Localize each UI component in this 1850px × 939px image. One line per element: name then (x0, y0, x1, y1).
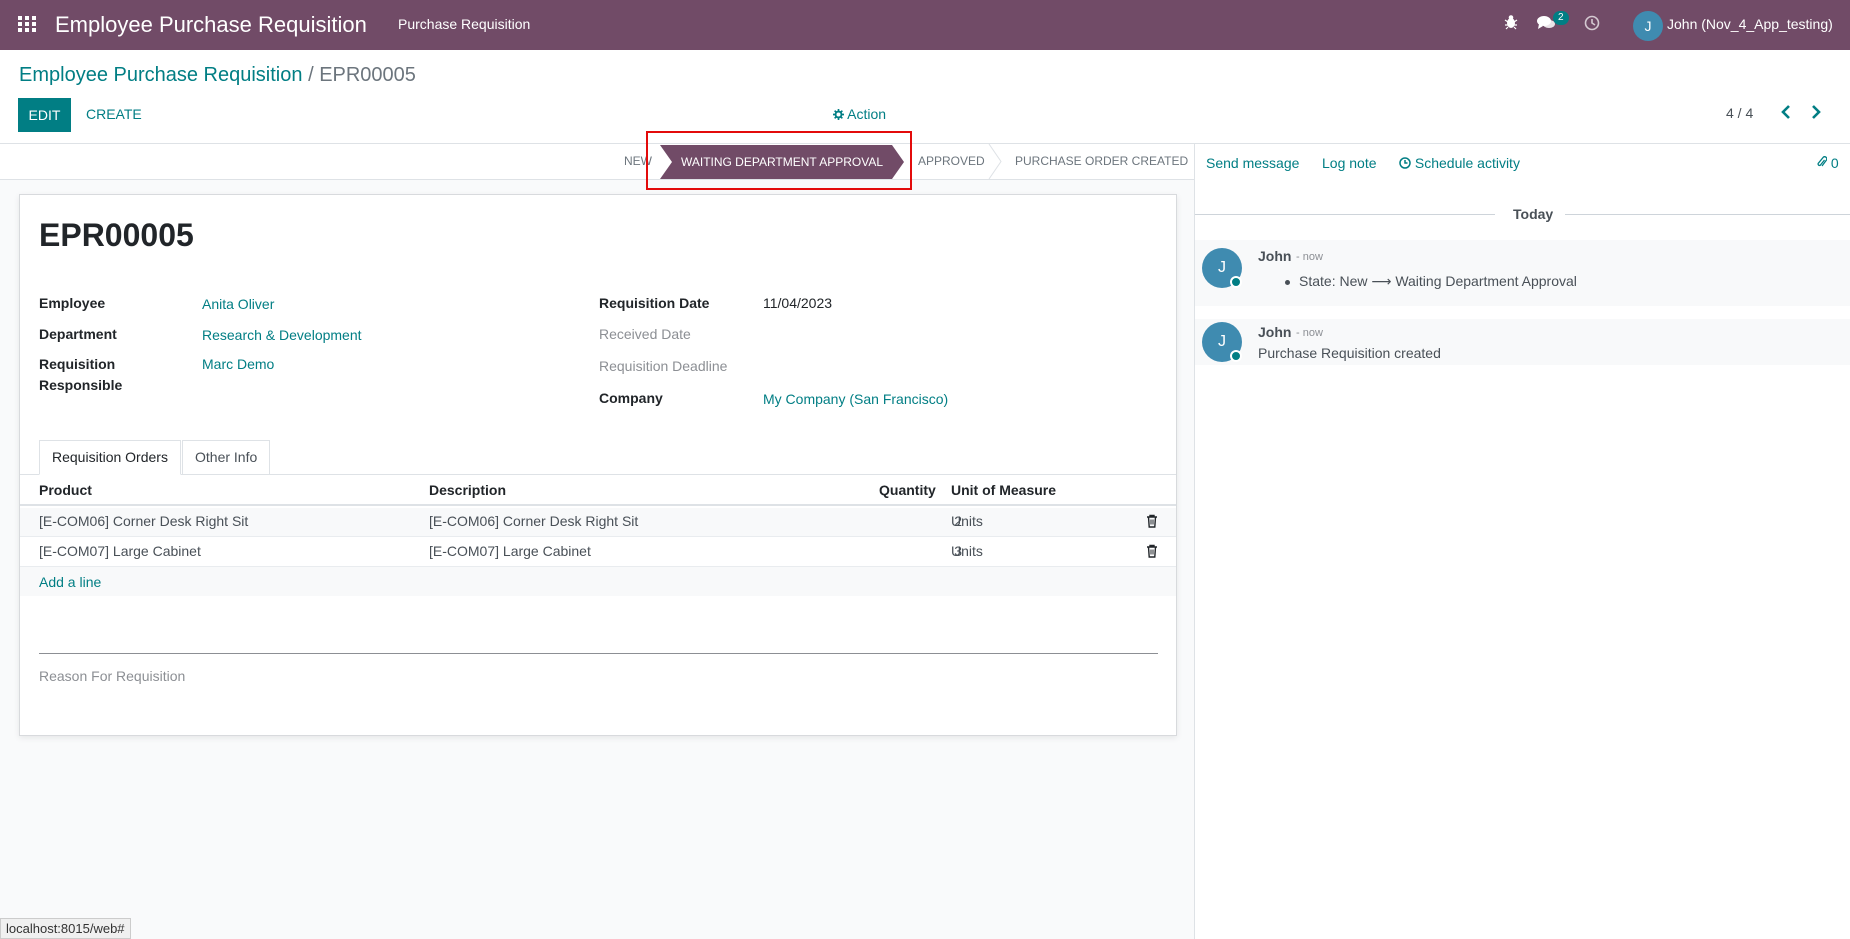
breadcrumb: Employee Purchase Requisition / EPR00005 (19, 64, 416, 87)
row-description[interactable]: [E-COM07] Large Cabinet (429, 543, 591, 559)
message-author[interactable]: John (1258, 324, 1291, 340)
gear-icon (833, 109, 844, 120)
trash-icon[interactable] (1146, 514, 1158, 528)
row-product[interactable]: [E-COM07] Large Cabinet (39, 543, 201, 559)
chatter-panel: Send message Log note Schedule activity … (1194, 144, 1850, 939)
online-status-dot (1230, 350, 1242, 362)
column-unit-of-measure[interactable]: Unit of Measure (951, 482, 1056, 498)
browser-status-url: localhost:8015/web# (0, 918, 131, 939)
record-reference: EPR00005 (39, 217, 194, 253)
message-author[interactable]: John (1258, 248, 1291, 264)
company-value[interactable]: My Company (San Francisco) (763, 389, 948, 410)
date-separator-line (1565, 214, 1850, 215)
tab-other-info[interactable]: Other Info (182, 440, 271, 475)
user-menu[interactable]: John (Nov_4_App_testing) (1667, 16, 1833, 32)
tracking-text: State: New ⟶ Waiting Department Approval (1299, 273, 1577, 289)
chatter-message: J John - now State: New ⟶ Waiting Depart… (1195, 240, 1850, 306)
requisition-deadline-label: Requisition Deadline (599, 358, 728, 374)
clock-icon (1399, 157, 1411, 169)
requisition-responsible-label: Requisition Responsible (39, 356, 123, 393)
table-row[interactable]: [E-COM06] Corner Desk Right Sit [E-COM06… (20, 508, 1176, 537)
breadcrumb-separator: / (308, 64, 314, 86)
edit-button[interactable]: EDIT (18, 98, 71, 132)
row-uom[interactable]: Units (951, 513, 983, 529)
column-product[interactable]: Product (39, 482, 92, 498)
schedule-activity-button[interactable]: Schedule activity (1399, 155, 1520, 171)
stage-new[interactable]: NEW (624, 144, 652, 179)
tab-requisition-orders[interactable]: Requisition Orders (39, 440, 181, 475)
requisition-date-value[interactable]: 11/04/2023 (763, 293, 832, 314)
table-row[interactable]: [E-COM07] Large Cabinet [E-COM07] Large … (20, 538, 1176, 567)
stage-waiting-department-approval[interactable]: WAITING DEPARTMENT APPROVAL (660, 145, 904, 179)
company-label: Company (599, 390, 663, 406)
messages-count-badge: 2 (1553, 11, 1569, 25)
top-navbar: Employee Purchase Requisition Purchase R… (0, 0, 1850, 50)
department-label: Department (39, 326, 117, 342)
action-label: Action (847, 106, 887, 122)
tab-divider (20, 474, 1176, 475)
chatter-message: J John - now Purchase Requisition create… (1195, 319, 1850, 365)
trash-icon[interactable] (1146, 544, 1158, 558)
employee-label: Employee (39, 295, 106, 311)
menu-purchase-requisition[interactable]: Purchase Requisition (398, 16, 530, 32)
statusbar: NEW WAITING DEPARTMENT APPROVAL APPROVED… (0, 144, 1194, 180)
row-product[interactable]: [E-COM06] Corner Desk Right Sit (39, 513, 248, 529)
column-description[interactable]: Description (429, 482, 506, 498)
message-time: - now (1296, 251, 1323, 263)
add-line-link[interactable]: Add a line (39, 574, 101, 590)
stage-approved[interactable]: APPROVED (918, 144, 985, 179)
reason-field-underline (39, 653, 1158, 654)
requisition-date-label: Requisition Date (599, 295, 710, 311)
employee-value[interactable]: Anita Oliver (202, 294, 274, 315)
apps-menu-icon[interactable] (18, 16, 38, 34)
message-time: - now (1296, 327, 1323, 339)
date-separator-line (1195, 214, 1495, 215)
stage-separator-icon (988, 144, 1002, 179)
user-avatar[interactable]: J (1633, 11, 1663, 41)
row-uom[interactable]: Units (951, 543, 983, 559)
order-lines-header: Product Description Quantity Unit of Mea… (20, 476, 1176, 506)
attachments-button[interactable]: 0 (1817, 155, 1839, 171)
pager-value[interactable]: 4 / 4 (1726, 105, 1753, 121)
debug-bug-icon[interactable] (1504, 14, 1518, 33)
breadcrumb-parent[interactable]: Employee Purchase Requisition (19, 64, 303, 86)
activity-clock-icon[interactable] (1584, 15, 1600, 34)
log-note-button[interactable]: Log note (1322, 155, 1377, 171)
pager-previous-icon[interactable] (1780, 104, 1792, 123)
date-separator: Today (1505, 206, 1562, 222)
add-line-row (20, 567, 1176, 596)
action-menu[interactable]: Action (833, 106, 886, 122)
requisition-responsible-value[interactable]: Marc Demo (202, 354, 274, 375)
attachments-count: 0 (1830, 155, 1839, 171)
row-description[interactable]: [E-COM06] Corner Desk Right Sit (429, 513, 638, 529)
department-value[interactable]: Research & Development (202, 325, 362, 346)
schedule-activity-label: Schedule activity (1414, 155, 1520, 171)
message-body: Purchase Requisition created (1258, 345, 1441, 361)
breadcrumb-current: EPR00005 (319, 64, 416, 86)
stage-purchase-order-created[interactable]: PURCHASE ORDER CREATED (1015, 144, 1188, 179)
form-sheet: EPR00005 Employee Anita Oliver Departmen… (19, 194, 1177, 736)
received-date-label: Received Date (599, 326, 691, 342)
send-message-button[interactable]: Send message (1206, 155, 1299, 171)
column-quantity[interactable]: Quantity (879, 482, 936, 498)
tracking-value: State: New ⟶ Waiting Department Approval (1285, 273, 1577, 290)
online-status-dot (1230, 276, 1242, 288)
bullet-icon (1285, 279, 1290, 285)
paperclip-icon (1817, 156, 1828, 167)
app-title[interactable]: Employee Purchase Requisition (55, 12, 367, 38)
pager-next-icon[interactable] (1810, 104, 1822, 123)
reason-for-requisition-field[interactable]: Reason For Requisition (39, 668, 185, 684)
create-button[interactable]: CREATE (86, 106, 142, 122)
